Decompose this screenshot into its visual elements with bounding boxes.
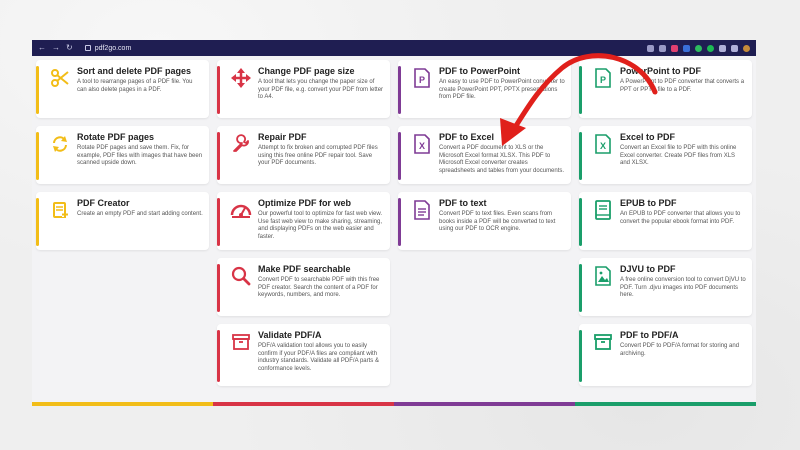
tool-title: Make PDF searchable (258, 264, 351, 274)
tool-title: Sort and delete PDF pages (77, 66, 192, 76)
tool-title: PDF to PowerPoint (439, 66, 520, 76)
tool-description: An EPUB to PDF converter that allows you… (620, 211, 741, 225)
lock-icon (84, 45, 91, 51)
color-stripe (32, 402, 756, 406)
extension-icon-4[interactable] (707, 44, 714, 52)
text-file-icon (407, 198, 437, 246)
tool-title: PDF Creator (77, 198, 130, 208)
tool-card-excel-to-pdf[interactable]: X Excel to PDF Convert an Excel file to … (579, 126, 752, 184)
reload-icon[interactable]: ↻ (66, 44, 73, 52)
tool-title: Excel to PDF (620, 132, 676, 142)
tool-card-sort-delete[interactable]: Sort and delete PDF pages A tool to rear… (36, 60, 209, 118)
tool-card-optimize-web[interactable]: Optimize PDF for web Our powerful tool t… (217, 192, 390, 250)
tool-description: A free online conversion tool to convert… (620, 277, 746, 299)
tool-description: Convert PDF to text files. Even scans fr… (439, 211, 556, 233)
excel-file-icon: X (407, 132, 437, 180)
archive-icon (588, 330, 618, 382)
tool-title: Change PDF page size (258, 66, 355, 76)
tool-card-powerpoint-to-pdf[interactable]: P PowerPoint to PDF A PowerPoint to PDF … (579, 60, 752, 118)
tool-card-change-page-size[interactable]: Change PDF page size A tool that lets yo… (217, 60, 390, 118)
book-icon (588, 198, 618, 246)
sidebar-icon[interactable] (731, 44, 738, 52)
tool-card-epub-to-pdf[interactable]: EPUB to PDF An EPUB to PDF converter tha… (579, 192, 752, 250)
tool-description: Create an empty PDF and start adding con… (77, 211, 203, 217)
wrench-icon (226, 132, 256, 180)
svg-text:P: P (419, 75, 425, 85)
forward-icon[interactable]: → (52, 44, 60, 52)
tool-title: PDF to Excel (439, 132, 495, 142)
back-icon[interactable]: ← (38, 44, 46, 52)
powerpoint-file-icon: P (407, 66, 437, 114)
extension-icon-3[interactable] (695, 44, 702, 52)
tool-card-rotate[interactable]: Rotate PDF pages Rotate PDF pages and sa… (36, 126, 209, 184)
tool-description: An easy to use PDF to PowerPoint convert… (439, 79, 565, 101)
extension-icon-2[interactable] (683, 44, 690, 52)
tool-description: Convert a PDF document to XLS or the Mic… (439, 145, 565, 174)
tool-description: Convert PDF to searchable PDF with this … (258, 277, 380, 299)
address-bar[interactable]: pdf2go.com (84, 44, 132, 52)
rotate-icon (45, 132, 75, 180)
tool-card-pdf-to-excel[interactable]: X PDF to Excel Convert a PDF document to… (398, 126, 571, 184)
extension-icon-1[interactable] (671, 44, 678, 52)
tool-card-pdf-to-powerpoint[interactable]: P PDF to PowerPoint An easy to use PDF t… (398, 60, 571, 118)
browser-window: ← → ↻ pdf2go.com Sort and delete PDF pag… (32, 40, 756, 406)
tool-description: Our powerful tool to optimize for fast w… (258, 211, 383, 240)
star-icon[interactable] (659, 44, 666, 52)
profile-avatar-icon[interactable] (743, 44, 750, 52)
extensions-bar (647, 44, 750, 52)
share-icon[interactable] (647, 44, 654, 52)
tool-card-repair[interactable]: Repair PDF Attempt to fix broken and cor… (217, 126, 390, 184)
tool-card-djvu-to-pdf[interactable]: DJVU to PDF A free online conversion too… (579, 258, 752, 316)
excel-file-icon: X (588, 132, 618, 180)
tool-description: Convert PDF to PDF/A format for storing … (620, 343, 740, 357)
magnifier-icon (226, 264, 256, 312)
puzzle-icon[interactable] (719, 44, 726, 52)
tool-description: A PowerPoint to PDF converter that conve… (620, 79, 745, 93)
tool-title: PDF to PDF/A (620, 330, 679, 340)
powerpoint-file-icon: P (588, 66, 618, 114)
image-file-icon (588, 264, 618, 312)
url-text: pdf2go.com (94, 44, 132, 52)
tool-title: Repair PDF (258, 132, 307, 142)
tool-card-validate-pdfa[interactable]: Validate PDF/A PDF/A validation tool all… (217, 324, 390, 386)
speedometer-icon (226, 198, 256, 246)
pdf-creator-icon (45, 198, 75, 246)
resize-arrows-icon (226, 66, 256, 114)
tool-card-pdf-creator[interactable]: PDF Creator Create an empty PDF and star… (36, 192, 209, 250)
browser-toolbar: ← → ↻ pdf2go.com (32, 40, 756, 56)
tool-card-searchable[interactable]: Make PDF searchable Convert PDF to searc… (217, 258, 390, 316)
tool-title: PowerPoint to PDF (620, 66, 701, 76)
tool-title: Optimize PDF for web (258, 198, 352, 208)
svg-text:X: X (419, 141, 425, 151)
tool-description: Convert an Excel file to PDF with this o… (620, 145, 737, 167)
tools-grid: Sort and delete PDF pages A tool to rear… (32, 56, 756, 406)
tool-card-pdf-to-pdfa[interactable]: PDF to PDF/A Convert PDF to PDF/A format… (579, 324, 752, 386)
tool-title: Rotate PDF pages (77, 132, 155, 142)
tool-description: A tool that lets you change the paper si… (258, 79, 384, 101)
tool-description: Attempt to fix broken and corrupted PDF … (258, 145, 378, 167)
svg-text:P: P (600, 75, 606, 85)
archive-icon (226, 330, 256, 382)
svg-text:X: X (600, 141, 606, 151)
tool-title: PDF to text (439, 198, 487, 208)
tool-description: PDF/A validation tool allows you to easi… (258, 343, 379, 372)
tool-title: Validate PDF/A (258, 330, 322, 340)
scissors-icon (45, 66, 75, 114)
tool-title: DJVU to PDF (620, 264, 676, 274)
tool-title: EPUB to PDF (620, 198, 677, 208)
tool-description: A tool to rearrange pages of a PDF file.… (77, 79, 193, 93)
tool-card-pdf-to-text[interactable]: PDF to text Convert PDF to text files. E… (398, 192, 571, 250)
tool-description: Rotate PDF pages and save them. Fix, for… (77, 145, 203, 167)
